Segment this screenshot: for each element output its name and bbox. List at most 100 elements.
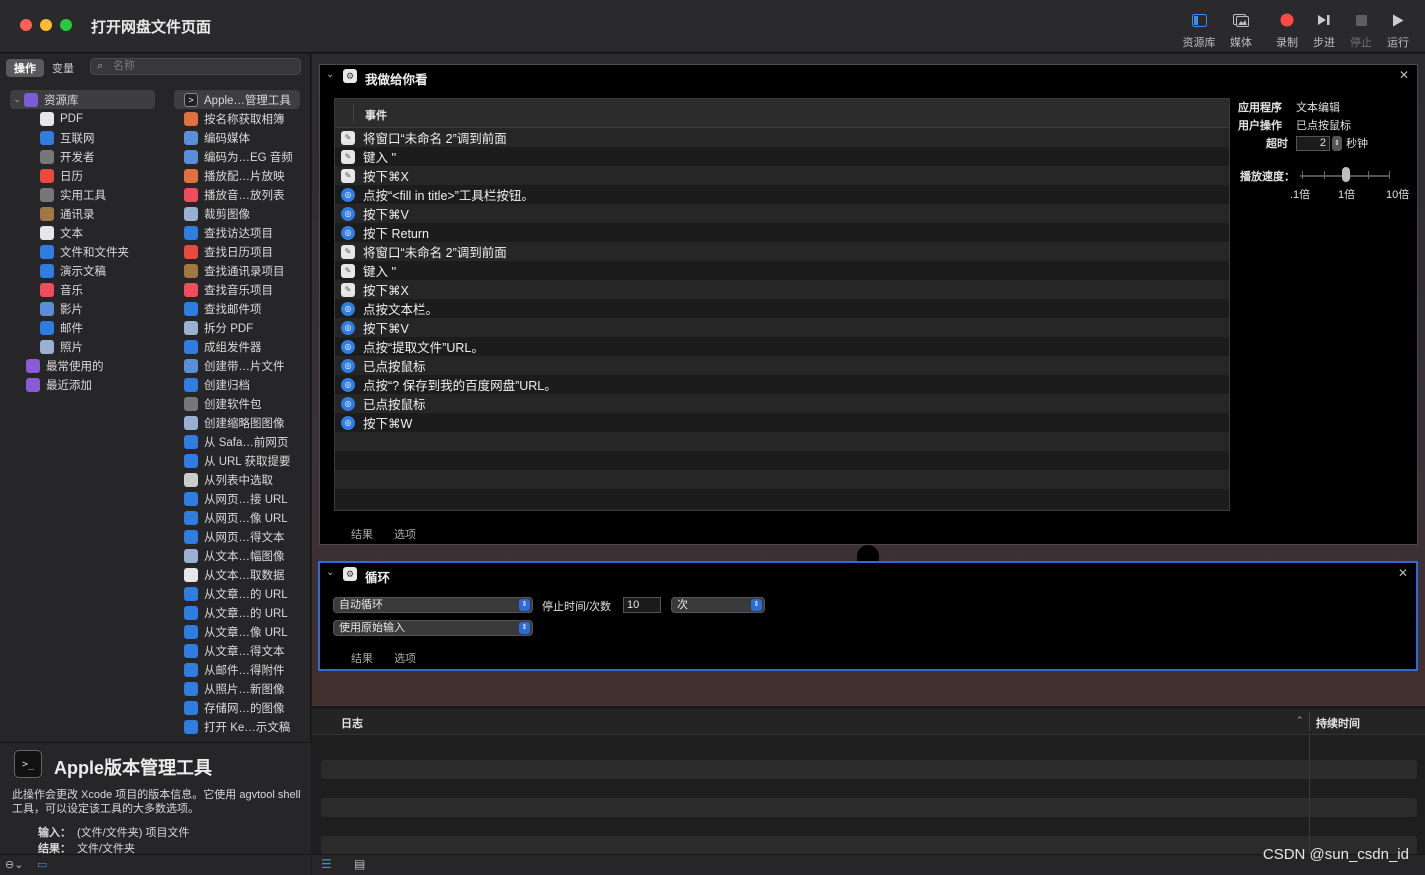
event-row[interactable]: ◎ 点按文本栏。	[335, 299, 1229, 318]
action-list-item[interactable]: 从网页…像 URL	[174, 508, 300, 527]
tab-options[interactable]: 选项	[394, 653, 416, 665]
tab-actions[interactable]: 操作	[6, 59, 44, 77]
zoom-window-button[interactable]	[60, 19, 72, 31]
sidebar-category-item[interactable]: 互联网	[10, 128, 155, 147]
action-list-item[interactable]: 从网页…接 URL	[174, 489, 300, 508]
action-list-item[interactable]: 拆分 PDF	[174, 318, 300, 337]
sidebar-category-item[interactable]: 文件和文件夹	[10, 242, 155, 261]
collapse-chevron-icon[interactable]: ⌄	[326, 567, 334, 578]
action-list-item[interactable]: 从邮件…得附件	[174, 660, 300, 679]
category-label: 音乐	[60, 284, 83, 297]
event-row[interactable]: ✎ 按下⌘X	[335, 166, 1229, 185]
sidebar-category-item[interactable]: 实用工具	[10, 185, 155, 204]
tab-options[interactable]: 选项	[394, 529, 416, 541]
close-icon[interactable]: ✕	[1399, 68, 1409, 82]
collapse-chevron-icon[interactable]: ⌄	[326, 69, 334, 80]
action-list-item[interactable]: 创建带…片文件	[174, 356, 300, 375]
duration-column-header[interactable]: 持续时间	[1316, 715, 1360, 731]
action-list-item[interactable]: 编码为…EG 音频	[174, 147, 300, 166]
log-column-header[interactable]: 日志	[341, 715, 363, 731]
tab-results[interactable]: 结果	[351, 529, 373, 541]
speed-slider-knob[interactable]	[1342, 167, 1350, 182]
sidebar-category-item[interactable]: 影片	[10, 299, 155, 318]
input-mode-select[interactable]: 使用原始输入 ⇕	[333, 620, 533, 636]
loop-count-input[interactable]: 10	[623, 597, 661, 613]
event-row[interactable]: ✎ 按下⌘X	[335, 280, 1229, 299]
event-row[interactable]: ◎ 已点按鼠标	[335, 394, 1229, 413]
loop-unit-select[interactable]: 次 ⇕	[671, 597, 765, 613]
sidebar-category-item[interactable]: 照片	[10, 337, 155, 356]
action-list-item[interactable]: 裁剪图像	[174, 204, 300, 223]
action-list-item[interactable]: 查找日历项目	[174, 242, 300, 261]
close-window-button[interactable]	[20, 19, 32, 31]
event-row[interactable]: ◎ 已点按鼠标	[335, 356, 1229, 375]
action-list-item[interactable]: 从文章…得文本	[174, 641, 300, 660]
action-list-item[interactable]: 查找音乐项目	[174, 280, 300, 299]
action-list-item[interactable]: 从网页…得文本	[174, 527, 300, 546]
tab-results[interactable]: 结果	[351, 653, 373, 665]
action-list-item[interactable]: 创建归档	[174, 375, 300, 394]
timeout-stepper[interactable]: ⇕	[1332, 135, 1342, 151]
action-list-item[interactable]: 从 URL 获取提要	[174, 451, 300, 470]
sidebar-category-item[interactable]: 演示文稿	[10, 261, 155, 280]
action-list-item[interactable]: 编码媒体	[174, 128, 300, 147]
tab-variables[interactable]: 变量	[44, 59, 82, 77]
action-list-item[interactable]: 从 Safa…前网页	[174, 432, 300, 451]
action-list-item[interactable]: 从文章…的 URL	[174, 584, 300, 603]
action-list-item[interactable]: > Apple…管理工具	[174, 90, 300, 109]
event-row[interactable]: ✎ 键入 ''	[335, 261, 1229, 280]
loop-mode-select[interactable]: 自动循环 ⇕	[333, 597, 533, 613]
action-list-item[interactable]: 从列表中选取	[174, 470, 300, 489]
sidebar-category-item[interactable]: PDF	[10, 109, 155, 128]
action-list-item[interactable]: 从文本…取数据	[174, 565, 300, 584]
action-list-item[interactable]: 打开 Ke…示文稿	[174, 717, 300, 736]
sidebar-category-item[interactable]: 通讯录	[10, 204, 155, 223]
close-icon[interactable]: ✕	[1398, 566, 1408, 580]
split-view-icon[interactable]: ▤	[354, 857, 365, 871]
event-row[interactable]: ✎ 键入 ''	[335, 147, 1229, 166]
action-list-item[interactable]: 从文章…像 URL	[174, 622, 300, 641]
event-row[interactable]: ◎ 按下⌘W	[335, 413, 1229, 432]
sidebar-category-item[interactable]: 邮件	[10, 318, 155, 337]
search-input[interactable]: ⌕ 名称	[90, 58, 301, 75]
sidebar-category-item[interactable]: 日历	[10, 166, 155, 185]
action-list-item[interactable]: 查找通讯录项目	[174, 261, 300, 280]
event-row[interactable]: ✎ 将窗口“未命名 2”调到前面	[335, 242, 1229, 261]
action-list-item[interactable]: 播放配…片放映	[174, 166, 300, 185]
action-list-item[interactable]: 成组发件器	[174, 337, 300, 356]
list-view-icon[interactable]: ☰	[321, 857, 332, 871]
run-toolbar-button[interactable]: 运行	[1376, 8, 1420, 50]
sidebar-category-item[interactable]: 音乐	[10, 280, 155, 299]
action-list-item[interactable]: 查找邮件项	[174, 299, 300, 318]
timeout-field[interactable]: 2	[1296, 135, 1330, 151]
media-toolbar-button[interactable]: 媒体	[1219, 8, 1263, 50]
loop-action[interactable]: ⌄ ⚙ 循环 ✕ 自动循环 ⇕ 停止时间/次数 10 次 ⇕ 使用原始输入 ⇕ …	[318, 561, 1418, 671]
event-row[interactable]: ◎ 点按“? 保存到我的百度网盘”URL。	[335, 375, 1229, 394]
event-row[interactable]: ◎ 点按“提取文件”URL。	[335, 337, 1229, 356]
sidebar-category-item[interactable]: 最近添加	[10, 375, 155, 394]
sidebar-category-item[interactable]: 文本	[10, 223, 155, 242]
watch-me-do-action[interactable]: ⌄ ⚙ 我做给你看 ✕ 事件 ✎ 将窗口“未命名 2”调到前面 ✎ 键入 '' ✎ 按下⌘…	[319, 64, 1418, 545]
action-list-item[interactable]: 播放音…放列表	[174, 185, 300, 204]
action-list-item[interactable]: 按名称获取相簿	[174, 109, 300, 128]
action-list-item[interactable]: 存储网…的图像	[174, 698, 300, 717]
sidebar-category-item[interactable]: 开发者	[10, 147, 155, 166]
action-list-item[interactable]: 从照片…新图像	[174, 679, 300, 698]
sidebar-category-item[interactable]: 最常使用的	[10, 356, 155, 375]
action-list-item[interactable]: 从文章…的 URL	[174, 603, 300, 622]
sidebar-category-item[interactable]: ⌄ 资源库	[10, 90, 155, 109]
library-toolbar-button[interactable]: 资源库	[1177, 8, 1221, 50]
disclosure-chevron-icon[interactable]: ⌄	[10, 94, 24, 105]
event-row[interactable]: ◎ 按下⌘V	[335, 318, 1229, 337]
event-row[interactable]: ✎ 将窗口“未命名 2”调到前面	[335, 128, 1229, 147]
event-row[interactable]: ◎ 按下⌘V	[335, 204, 1229, 223]
action-list-item[interactable]: 查找访达项目	[174, 223, 300, 242]
description-toggle-icon[interactable]: ▭	[37, 858, 47, 871]
event-row[interactable]: ◎ 点按“<fill in title>”工具栏按钮。	[335, 185, 1229, 204]
event-row[interactable]: ◎ 按下 Return	[335, 223, 1229, 242]
minimize-window-button[interactable]	[40, 19, 52, 31]
action-list-item[interactable]: 创建软件包	[174, 394, 300, 413]
action-list-item[interactable]: 从文本…幅图像	[174, 546, 300, 565]
more-options-icon[interactable]: ⊖⌄	[5, 858, 23, 871]
action-list-item[interactable]: 创建缩略图图像	[174, 413, 300, 432]
